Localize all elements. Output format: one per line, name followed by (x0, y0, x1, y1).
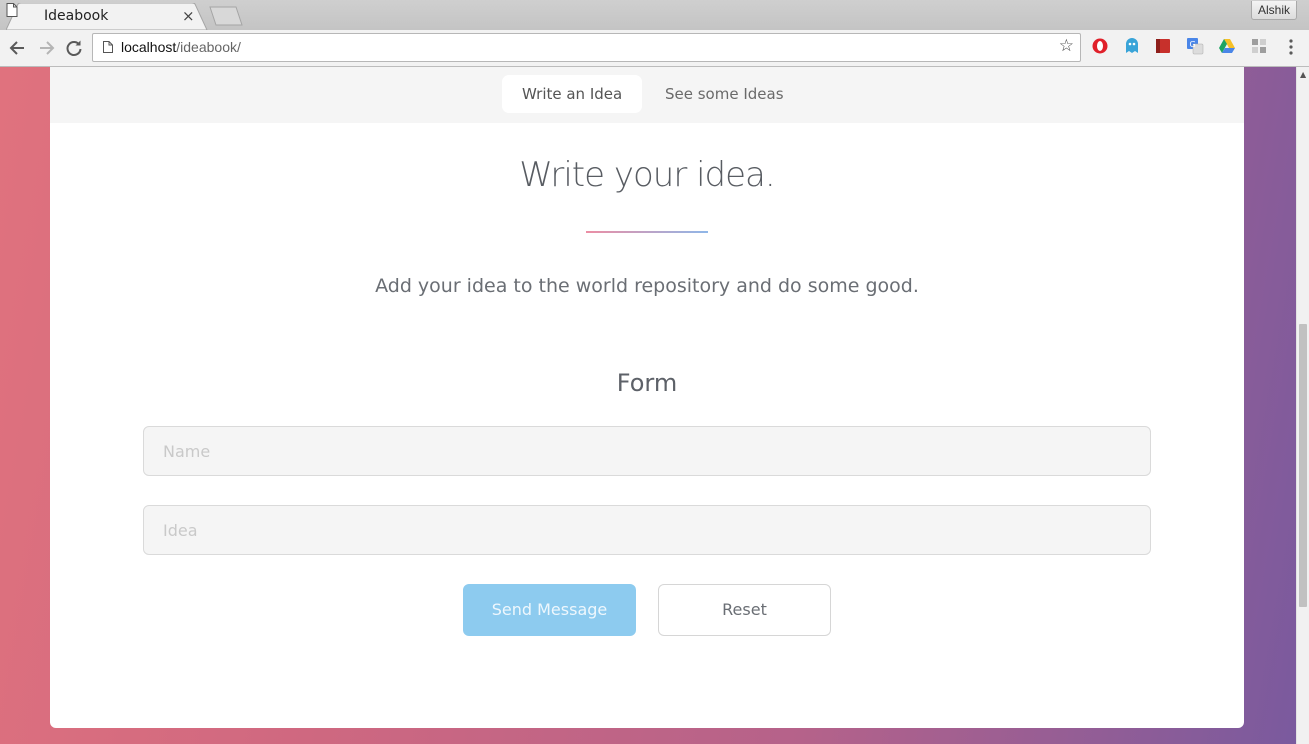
scrollbar-thumb[interactable] (1299, 324, 1307, 607)
address-bar[interactable]: localhost/ideabook/ ☆ (92, 33, 1081, 62)
page-subtitle: Add your idea to the world repository an… (375, 275, 919, 297)
url-path: /ideabook/ (176, 39, 241, 55)
menu-dots-icon[interactable] (1284, 37, 1298, 57)
back-arrow-icon[interactable] (8, 38, 28, 58)
reload-icon[interactable] (64, 38, 84, 58)
puzzle-icon[interactable] (1250, 37, 1268, 55)
opera-icon[interactable] (1091, 37, 1109, 55)
translate-icon[interactable]: G (1186, 37, 1204, 55)
idea-field-wrapper (143, 505, 1151, 555)
page-title: Write your idea. (519, 155, 775, 195)
url-host: localhost (121, 39, 177, 55)
drive-icon[interactable] (1218, 37, 1236, 55)
nav-see-ideas[interactable]: See some Ideas (645, 75, 804, 113)
page-scrollbar[interactable]: ▲ (1296, 67, 1309, 744)
browser-toolbar: localhost/ideabook/ ☆ 0 G (0, 30, 1309, 91)
form-title: Form (616, 369, 678, 397)
name-input[interactable] (144, 427, 1150, 475)
browser-tab[interactable]: Ideabook × (6, 3, 208, 30)
nav-write-idea[interactable]: Write an Idea (502, 75, 643, 113)
reset-button[interactable]: Reset (658, 584, 831, 636)
send-message-button[interactable]: Send Message (463, 584, 636, 636)
url-text: localhost/ideabook/ (121, 39, 241, 55)
ghostery-icon[interactable] (1123, 37, 1141, 55)
profile-button[interactable]: Alshik (1251, 1, 1298, 20)
forward-arrow-icon[interactable] (36, 38, 56, 58)
title-divider (586, 231, 708, 233)
tab-title: Ideabook (44, 8, 109, 24)
idea-input[interactable] (144, 506, 1150, 554)
page-nav: Write an Idea See some Ideas (50, 67, 1244, 123)
close-icon[interactable]: × (182, 7, 195, 25)
content-card: Write an Idea See some Ideas Write your … (50, 67, 1244, 728)
bookmark-ext-icon[interactable] (1154, 37, 1172, 55)
svg-text:G: G (1190, 40, 1196, 49)
name-field-wrapper (143, 426, 1151, 476)
browser-tab-bar: Ideabook × Alshik (0, 0, 1309, 30)
star-icon[interactable]: ☆ (1059, 36, 1074, 56)
page-viewport: Write an Idea See some Ideas Write your … (0, 67, 1296, 744)
page-icon (103, 41, 113, 53)
new-tab-button[interactable] (206, 6, 246, 26)
scroll-up-icon[interactable]: ▲ (1300, 70, 1306, 79)
page-icon (6, 3, 18, 17)
